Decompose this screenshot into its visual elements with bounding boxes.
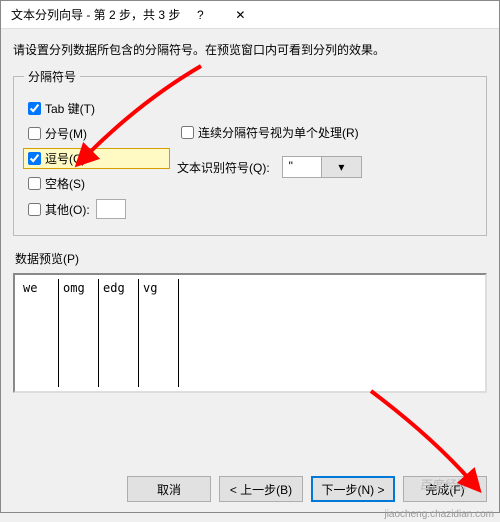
delimiter-tab-checkbox[interactable] bbox=[28, 102, 41, 115]
delimiter-space-checkbox[interactable] bbox=[28, 177, 41, 190]
delimiter-comma[interactable]: 逗号(C) bbox=[24, 149, 169, 168]
delimiter-other[interactable]: 其他(O): bbox=[24, 199, 169, 219]
delimiter-semicolon-checkbox[interactable] bbox=[28, 127, 41, 140]
delimiter-other-label: 其他(O): bbox=[45, 201, 90, 218]
delimiters-group: 分隔符号 Tab 键(T) 分号(M) 逗号(C) bbox=[13, 68, 487, 236]
treat-consecutive-label: 连续分隔符号视为单个处理(R) bbox=[198, 124, 359, 141]
delimiter-semicolon[interactable]: 分号(M) bbox=[24, 124, 169, 143]
preview-box: weomgedgvg bbox=[13, 273, 487, 393]
delimiter-other-input[interactable] bbox=[96, 199, 126, 219]
wizard-dialog: 文本分列向导 - 第 2 步，共 3 步 ? ✕ 请设置分列数据所包含的分隔符号… bbox=[0, 0, 500, 513]
delimiter-semicolon-label: 分号(M) bbox=[45, 125, 87, 142]
help-button[interactable]: ? bbox=[180, 3, 220, 27]
preview-column: vg bbox=[139, 279, 179, 387]
footer-url: jiaocheng.chazidian.com bbox=[384, 509, 494, 520]
delimiter-space-label: 空格(S) bbox=[45, 175, 85, 192]
preview-column: omg bbox=[59, 279, 99, 387]
titlebar: 文本分列向导 - 第 2 步，共 3 步 ? ✕ bbox=[1, 1, 499, 29]
delimiters-legend: 分隔符号 bbox=[24, 68, 80, 85]
delimiter-space[interactable]: 空格(S) bbox=[24, 174, 169, 193]
treat-consecutive-checkbox[interactable] bbox=[181, 126, 194, 139]
preview-column: edg bbox=[99, 279, 139, 387]
close-icon: ✕ bbox=[235, 8, 245, 22]
next-button[interactable]: 下一步(N) > bbox=[311, 476, 395, 502]
close-button[interactable]: ✕ bbox=[220, 3, 260, 27]
delimiter-tab[interactable]: Tab 键(T) bbox=[24, 99, 169, 118]
treat-consecutive[interactable]: 连续分隔符号视为单个处理(R) bbox=[177, 123, 476, 142]
preview-label: 数据预览(P) bbox=[15, 250, 487, 267]
back-button[interactable]: < 上一步(B) bbox=[219, 476, 303, 502]
finish-button[interactable]: 完成(F) bbox=[403, 476, 487, 502]
delimiter-comma-label: 逗号(C) bbox=[45, 150, 86, 167]
delimiter-comma-checkbox[interactable] bbox=[28, 152, 41, 165]
description-text: 请设置分列数据所包含的分隔符号。在预览窗口内可看到分列的效果。 bbox=[13, 41, 487, 58]
text-qualifier-combo[interactable]: " ▾ bbox=[282, 156, 362, 178]
delimiter-other-checkbox[interactable] bbox=[28, 203, 41, 216]
cancel-button[interactable]: 取消 bbox=[127, 476, 211, 502]
chevron-down-icon: ▾ bbox=[321, 157, 361, 177]
text-qualifier-label: 文本识别符号(Q): bbox=[177, 159, 270, 176]
delimiter-tab-label: Tab 键(T) bbox=[45, 100, 95, 117]
dialog-content: 请设置分列数据所包含的分隔符号。在预览窗口内可看到分列的效果。 分隔符号 Tab… bbox=[1, 29, 499, 393]
text-qualifier-value: " bbox=[283, 157, 322, 177]
dialog-title: 文本分列向导 - 第 2 步，共 3 步 bbox=[11, 6, 180, 23]
button-row: 取消 < 上一步(B) 下一步(N) > 完成(F) bbox=[127, 476, 487, 502]
preview-column: we bbox=[19, 279, 59, 387]
